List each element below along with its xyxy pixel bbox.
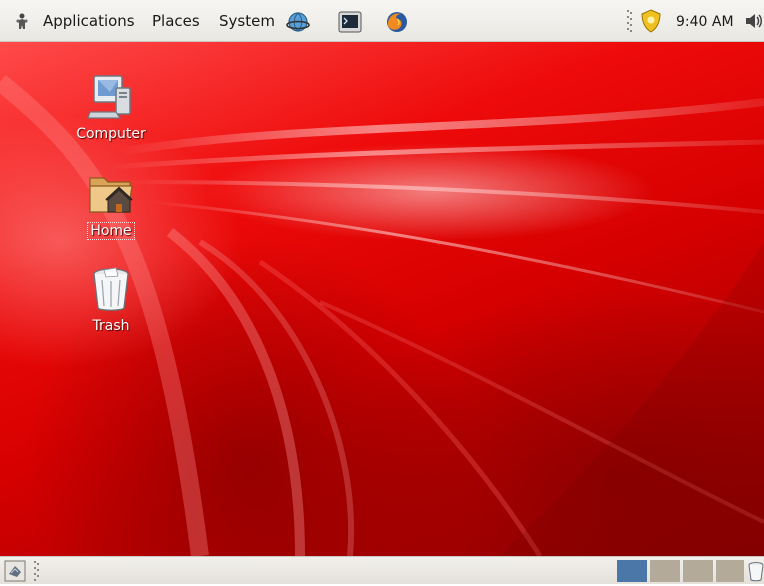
- menu-places[interactable]: Places: [152, 12, 200, 30]
- workspace-3[interactable]: [683, 560, 713, 582]
- clock[interactable]: 9:40 AM: [676, 14, 734, 30]
- show-desktop-icon[interactable]: [4, 560, 26, 586]
- desktop-label-computer: Computer: [76, 126, 146, 142]
- desktop-icon-home[interactable]: Home: [61, 168, 161, 240]
- workspace-1[interactable]: [617, 560, 647, 582]
- desktop-label-trash: Trash: [92, 318, 130, 334]
- workspace-4[interactable]: [716, 560, 744, 582]
- home-folder-icon: [89, 177, 133, 213]
- desktop-label-home: Home: [87, 222, 135, 240]
- desktop[interactable]: Computer Home Trash: [0, 42, 764, 556]
- network-globe-icon[interactable]: [286, 10, 310, 38]
- computer-icon: [87, 75, 131, 119]
- workspace-2[interactable]: [650, 560, 680, 582]
- firefox-icon[interactable]: [385, 10, 409, 38]
- menu-system[interactable]: System: [219, 12, 275, 30]
- panel-separator[interactable]: [627, 8, 633, 38]
- menu-applications[interactable]: Applications: [43, 12, 135, 30]
- trash-icon: [93, 267, 129, 311]
- terminal-icon[interactable]: [338, 11, 362, 37]
- security-badge-icon[interactable]: [640, 9, 662, 37]
- desktop-icon-trash[interactable]: Trash: [61, 264, 161, 334]
- volume-icon[interactable]: [744, 12, 764, 34]
- bottom-panel: [0, 556, 764, 584]
- desktop-icon-computer[interactable]: Computer: [61, 72, 161, 142]
- bottom-panel-handle[interactable]: [34, 560, 40, 586]
- top-panel: Applications Places System 9:40 AM: [0, 0, 764, 42]
- gnome-foot-icon[interactable]: [12, 12, 32, 36]
- trash-applet-icon[interactable]: [748, 560, 764, 586]
